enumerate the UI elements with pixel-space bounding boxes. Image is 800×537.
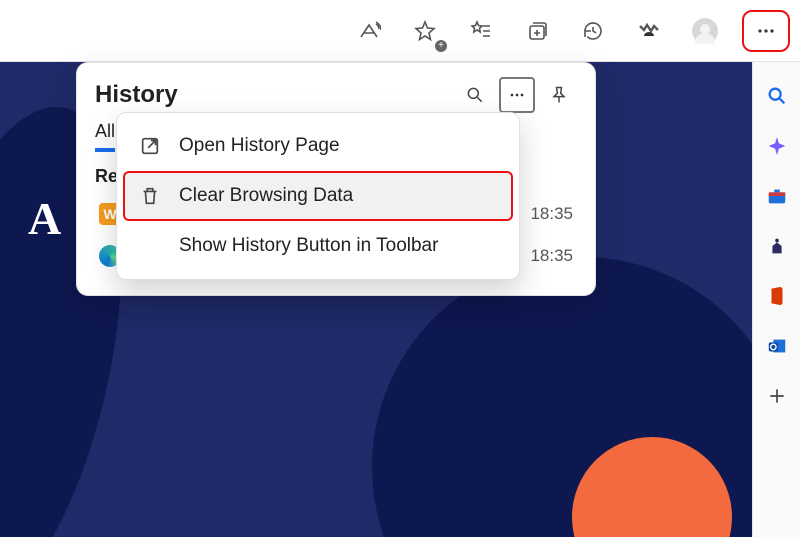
sidebar-office-icon[interactable] <box>765 284 789 308</box>
history-icon[interactable] <box>574 12 612 50</box>
menu-clear-browsing-data[interactable]: Clear Browsing Data <box>123 171 513 221</box>
add-favorite-icon[interactable]: + <box>406 12 444 50</box>
menu-item-label: Show History Button in Toolbar <box>179 235 438 257</box>
history-more-button[interactable] <box>499 77 535 113</box>
history-more-menu: Open History Page Clear Browsing Data Sh… <box>116 112 520 280</box>
performance-icon[interactable] <box>630 12 668 50</box>
menu-show-history-button[interactable]: Show History Button in Toolbar <box>117 221 519 271</box>
sidebar-games-icon[interactable] <box>765 234 789 258</box>
avatar-icon <box>692 18 718 44</box>
history-search-button[interactable] <box>457 77 493 113</box>
sidebar-add-icon[interactable] <box>765 384 789 408</box>
menu-item-label: Clear Browsing Data <box>179 185 353 207</box>
background-letter: A <box>28 192 61 245</box>
menu-item-label: Open History Page <box>179 135 340 157</box>
history-item-time: 18:35 <box>530 204 573 224</box>
sidebar-outlook-icon[interactable] <box>765 334 789 358</box>
sidebar-tools-icon[interactable] <box>765 184 789 208</box>
browser-toolbar: + <box>0 0 800 62</box>
read-aloud-icon[interactable] <box>350 12 388 50</box>
edge-sidebar <box>752 62 800 537</box>
history-title: History <box>95 81 457 109</box>
history-pin-button[interactable] <box>541 77 577 113</box>
sidebar-copilot-icon[interactable] <box>765 134 789 158</box>
collections-icon[interactable] <box>518 12 556 50</box>
plus-badge-icon: + <box>435 40 447 52</box>
sidebar-search-icon[interactable] <box>765 84 789 108</box>
history-tab-all[interactable]: All <box>95 121 115 152</box>
settings-more-button[interactable] <box>742 10 790 52</box>
history-item-time: 18:35 <box>530 246 573 266</box>
profile-avatar[interactable] <box>686 12 724 50</box>
favorites-list-icon[interactable] <box>462 12 500 50</box>
menu-open-history-page[interactable]: Open History Page <box>117 121 519 171</box>
